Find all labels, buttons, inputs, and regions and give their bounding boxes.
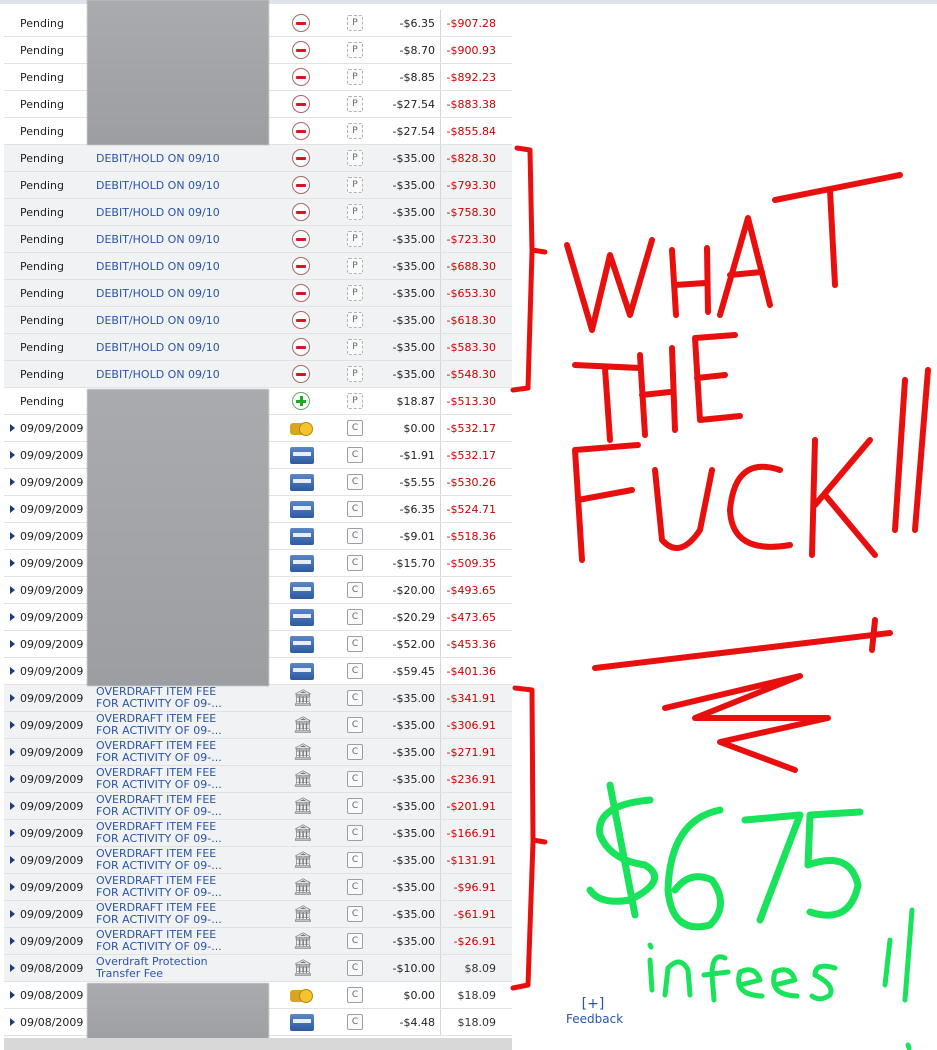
letter-c xyxy=(727,463,793,550)
green-exclaim-2 xyxy=(902,907,915,1003)
letter-t2 xyxy=(572,362,643,443)
digit-5 xyxy=(804,808,864,919)
letter-a xyxy=(717,215,773,318)
dollar-sign xyxy=(586,781,659,919)
digit-6 xyxy=(664,806,724,931)
exclaim-1 xyxy=(892,377,908,533)
letter-f xyxy=(572,442,641,563)
green-dot xyxy=(905,1042,912,1050)
red-bracket-bottom xyxy=(510,685,548,991)
letter-u xyxy=(652,467,715,551)
letter-h xyxy=(669,245,711,318)
digit-7 xyxy=(741,811,804,924)
handwritten-annotation xyxy=(510,145,931,1050)
red-scribble xyxy=(592,617,893,773)
letter-t xyxy=(772,172,903,288)
letter-k xyxy=(809,437,878,558)
word-fees xyxy=(701,954,838,1003)
red-bracket-top xyxy=(510,145,548,393)
letter-e xyxy=(692,332,743,423)
exclaim-2 xyxy=(912,367,931,533)
letter-w xyxy=(564,237,655,333)
letter-h2 xyxy=(637,345,678,438)
green-exclaim-1 xyxy=(882,937,893,988)
word-in xyxy=(647,942,693,998)
